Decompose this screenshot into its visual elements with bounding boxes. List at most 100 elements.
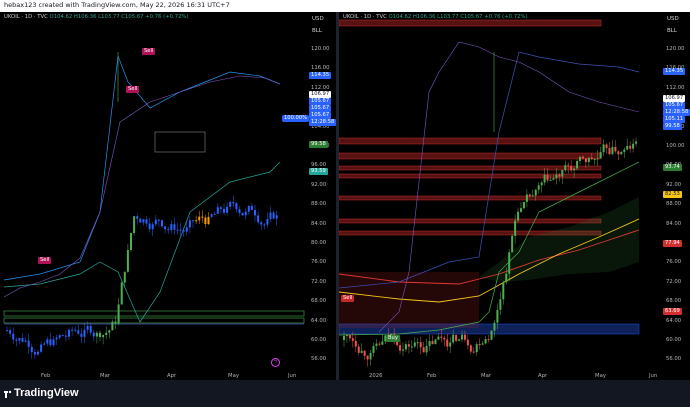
right-candle: [372, 345, 375, 353]
left-support-zone: [3, 317, 305, 324]
left-candle: [108, 330, 111, 333]
right-x-tick: May: [595, 373, 606, 379]
left-price-label: 105.67: [309, 98, 332, 105]
right-candle: [410, 346, 413, 348]
left-candle: [89, 325, 92, 333]
left-y-tick: 112.00: [311, 84, 330, 91]
left-candle: [170, 224, 173, 231]
left-crosshair-percent-label[interactable]: 100.00%: [282, 115, 310, 122]
left-candle: [43, 343, 46, 345]
right-candle: [366, 355, 369, 360]
left-price-label: 99.58: [309, 141, 328, 148]
right-resistance-zone: [339, 165, 602, 171]
right-resistance-zone: [339, 195, 602, 201]
right-candle: [567, 165, 570, 167]
right-candle: [431, 341, 434, 345]
left-candle: [18, 338, 21, 341]
left-candle: [188, 220, 191, 228]
right-y-tick: 68.00: [666, 298, 682, 305]
right-candle: [599, 152, 602, 159]
right-candle: [549, 179, 552, 181]
right-x-tick: 2026: [369, 373, 383, 379]
left-candle: [145, 219, 148, 224]
right-candle: [579, 156, 581, 161]
left-candle: [161, 220, 163, 227]
right-x-tick: Apr: [538, 373, 548, 379]
right-currency-button[interactable]: USD: [667, 16, 679, 22]
right-candle: [511, 235, 514, 253]
right-y-tick: 60.00: [666, 337, 682, 343]
left-candle: [27, 340, 30, 347]
left-upper-band: [3, 55, 281, 281]
right-price-label: 12:28:58: [663, 109, 690, 116]
left-scale-mode-button[interactable]: BLL: [312, 28, 322, 34]
right-scale-mode-button[interactable]: BLL: [667, 28, 677, 34]
right-x-tick: Mar: [481, 373, 491, 379]
right-candle: [369, 352, 372, 360]
right-chart-pane[interactable]: UKOIL · 1D · TVC O104.62 H106.36 L103.77…: [339, 12, 690, 380]
left-candle: [142, 219, 145, 223]
right-candle: [581, 156, 584, 159]
right-candle: [564, 165, 567, 171]
left-candle: [201, 216, 204, 218]
right-x-tick: Jun: [649, 373, 658, 379]
right-candle: [517, 211, 520, 221]
left-candle: [49, 339, 52, 346]
left-candle: [83, 329, 86, 337]
right-candle: [614, 146, 617, 152]
left-y-tick: 92.00: [311, 181, 327, 188]
right-price-label: 93.74: [663, 164, 682, 171]
left-chart-canvas[interactable]: [0, 12, 336, 380]
left-currency-button[interactable]: USD: [312, 16, 324, 22]
right-candle: [422, 347, 425, 353]
snapshot-caption: hebax123 created with TradingView.com, M…: [4, 1, 230, 9]
right-y-tick: 88.00: [666, 201, 682, 208]
left-candle: [182, 230, 185, 232]
left-candle: [275, 215, 278, 219]
right-price-label: 105.11: [663, 116, 686, 123]
left-candle: [176, 229, 179, 231]
left-symbol[interactable]: UKOIL · 1D · TVC: [4, 14, 48, 20]
left-candle: [229, 201, 232, 207]
left-candle: [126, 249, 129, 272]
right-candle: [413, 342, 416, 347]
left-candle: [179, 229, 182, 231]
left-candle: [238, 209, 241, 213]
right-candle: [461, 334, 463, 340]
right-candle: [487, 339, 490, 341]
right-y-tick: 112.00: [666, 84, 685, 91]
right-y-tick: 92.00: [666, 181, 682, 188]
tradingview-logo-icon: [4, 390, 12, 398]
left-chart-pane[interactable]: UKOIL · 1D · TVC O104.62 H106.36 L103.77…: [0, 12, 336, 380]
left-candle: [74, 329, 77, 331]
right-candle: [508, 252, 511, 274]
left-candle: [114, 321, 117, 324]
left-candle: [24, 340, 27, 342]
left-candle: [9, 330, 12, 334]
left-candle: [219, 207, 222, 209]
left-candle: [216, 207, 219, 214]
right-resistance-zone: [339, 218, 602, 224]
left-y-tick: 56.00: [311, 356, 327, 363]
left-y-tick: 60.00: [311, 337, 327, 343]
right-candle: [416, 342, 419, 344]
right-candle: [561, 170, 564, 177]
right-candle: [611, 146, 614, 155]
right-candle: [363, 350, 366, 356]
right-candle: [345, 334, 348, 336]
right-candle: [452, 334, 455, 343]
left-candle: [130, 233, 132, 250]
right-y-tick: 76.00: [666, 259, 682, 266]
left-candle: [55, 337, 58, 340]
lightning-icon[interactable]: ϟ: [271, 358, 280, 367]
right-price-label: 106.97: [663, 95, 686, 102]
right-chart-canvas[interactable]: [339, 12, 690, 380]
left-candle: [250, 205, 253, 211]
right-symbol[interactable]: UKOIL · 1D · TVC: [343, 14, 387, 20]
left-candle: [133, 216, 136, 234]
left-y-tick: 84.00: [311, 220, 327, 227]
left-candle: [235, 203, 238, 210]
right-candle: [466, 339, 469, 346]
right-candle: [493, 322, 496, 331]
right-candle: [469, 345, 472, 352]
